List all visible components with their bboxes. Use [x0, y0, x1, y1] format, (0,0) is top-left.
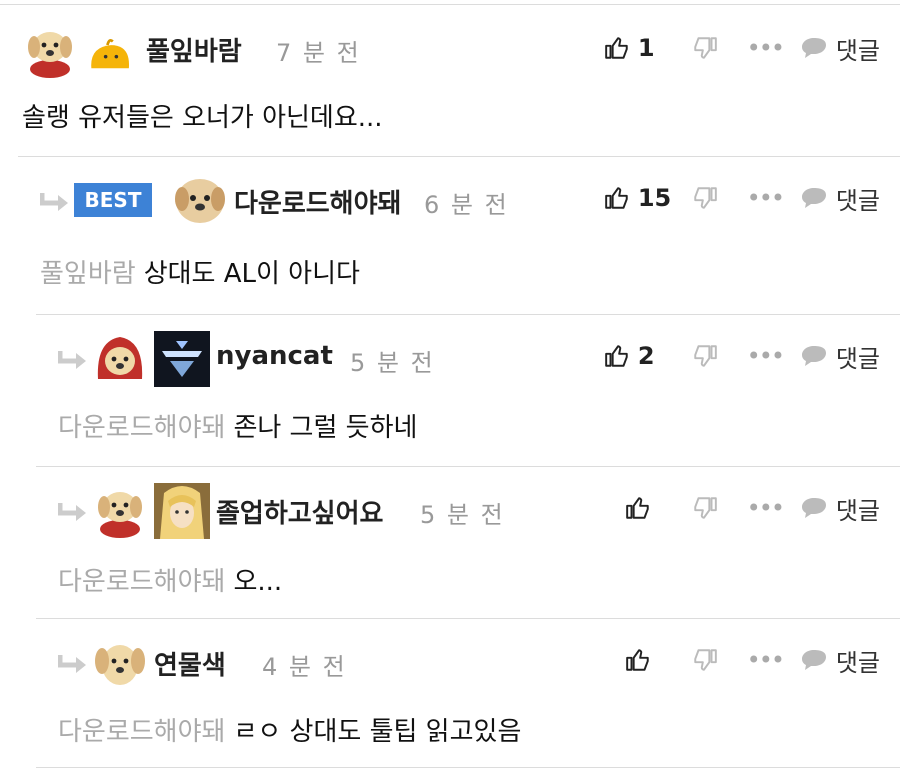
blob-emoji-icon — [91, 38, 130, 69]
thumbs-down-icon — [694, 497, 717, 519]
more-options-button[interactable]: ••• — [730, 34, 800, 62]
dislike-button[interactable] — [680, 495, 730, 521]
more-options-button[interactable]: ••• — [730, 646, 800, 674]
game-logo-avatar-icon — [154, 331, 210, 387]
thumbs-up-icon — [626, 497, 649, 519]
timestamp: 5 분 전 — [350, 349, 435, 377]
reply-label: 댓글 — [835, 496, 880, 525]
thumbs-down-icon — [694, 345, 717, 367]
anime-character-avatar-icon — [154, 483, 210, 539]
comment-text: 다운로드해야돼 존나 그럴 듯하네 — [58, 407, 417, 444]
comment-body: 상대도 AL이 아니다 — [143, 259, 360, 289]
speech-bubble-icon — [801, 188, 826, 208]
timestamp: 7 분 전 — [276, 39, 361, 67]
comment-body: 오... — [233, 567, 283, 597]
reply-button[interactable]: 댓글 — [800, 491, 880, 526]
dislike-button[interactable] — [680, 343, 730, 369]
thumbs-down-icon — [694, 37, 717, 59]
nickname[interactable]: 연물색 — [154, 645, 226, 682]
dislike-button[interactable] — [680, 185, 730, 211]
timestamp: 6 분 전 — [424, 191, 509, 219]
comment-actions: ••• 댓글 — [604, 473, 880, 543]
dislike-button[interactable] — [680, 35, 730, 61]
comment-2: BEST 다운로드해야돼 6 분 전 15 ••• 댓글 풀잎바람 상대도 AL이… — [18, 156, 900, 314]
like-button[interactable] — [604, 647, 680, 673]
reply-button[interactable]: 댓글 — [800, 181, 880, 216]
comment-actions: 15 ••• 댓글 — [604, 163, 880, 233]
reply-button[interactable]: 댓글 — [800, 31, 880, 66]
more-options-button[interactable]: ••• — [730, 342, 800, 370]
reply-button[interactable]: 댓글 — [800, 339, 880, 374]
nickname[interactable]: 풀잎바람 — [146, 31, 242, 68]
speech-bubble-icon — [801, 498, 826, 518]
like-count: 15 — [637, 184, 672, 212]
speech-bubble-icon — [801, 38, 826, 58]
thumbs-up-icon — [605, 37, 628, 59]
thumbs-down-icon — [694, 649, 717, 671]
reply-button[interactable]: 댓글 — [800, 643, 880, 678]
like-button[interactable]: 2 — [604, 342, 680, 370]
reply-label: 댓글 — [835, 186, 880, 215]
comment-3: nyancat 5 분 전 2 ••• 댓글 다운로드해야돼 존나 그럴 듯하네 — [36, 314, 900, 466]
comment-5: 연물색 4 분 전 ••• 댓글 다운로드해야돼 ㄹㅇ 상대도 툴팁 읽고있음 — [36, 618, 900, 768]
comment-body: 솔랭 유저들은 오너가 아닌데요... — [22, 103, 383, 133]
thumbs-down-icon — [694, 187, 717, 209]
reply-arrow-icon — [40, 193, 68, 211]
speech-bubble-icon — [801, 650, 826, 670]
dog-avatar-icon[interactable] — [22, 23, 78, 79]
comment-body: ㄹㅇ 상대도 툴팁 읽고있음 — [233, 717, 522, 747]
more-options-button[interactable]: ••• — [730, 184, 800, 212]
comment-text: 솔랭 유저들은 오너가 아닌데요... — [22, 97, 383, 134]
mention[interactable]: 다운로드해야돼 — [58, 717, 225, 747]
like-button[interactable]: 1 — [604, 34, 680, 62]
puppy-avatar-icon[interactable] — [92, 635, 148, 691]
like-button[interactable] — [604, 495, 680, 521]
reply-arrow-icon — [58, 503, 86, 521]
timestamp: 5 분 전 — [420, 501, 505, 529]
mention[interactable]: 다운로드해야돼 — [58, 413, 225, 443]
reply-arrow-icon — [58, 655, 86, 673]
comment-text: 풀잎바람 상대도 AL이 아니다 — [40, 253, 360, 290]
reply-label: 댓글 — [835, 344, 880, 373]
comment-actions: ••• 댓글 — [604, 625, 880, 695]
comment-actions: 1 ••• 댓글 — [604, 13, 880, 83]
mention[interactable]: 다운로드해야돼 — [58, 567, 225, 597]
reply-arrow-icon — [58, 351, 86, 369]
speech-bubble-icon — [801, 346, 826, 366]
comment-text: 다운로드해야돼 오... — [58, 561, 282, 598]
puppy-avatar-icon[interactable] — [172, 173, 228, 229]
nickname[interactable]: 졸업하고싶어요 — [216, 493, 383, 530]
nickname[interactable]: nyancat — [216, 341, 333, 371]
comment-4: 졸업하고싶어요 5 분 전 ••• 댓글 다운로드해야돼 오... — [36, 466, 900, 618]
dislike-button[interactable] — [680, 647, 730, 673]
like-count: 2 — [637, 342, 655, 370]
best-badge: BEST — [74, 183, 152, 217]
comment-text: 다운로드해야돼 ㄹㅇ 상대도 툴팁 읽고있음 — [58, 711, 521, 748]
reply-label: 댓글 — [835, 36, 880, 65]
like-count: 1 — [637, 34, 655, 62]
nickname[interactable]: 다운로드해야돼 — [234, 183, 401, 220]
more-options-button[interactable]: ••• — [730, 494, 800, 522]
thumbs-up-icon — [605, 345, 628, 367]
comment-1: 풀잎바람 7 분 전 1 ••• 댓글 솔랭 유저들은 오너가 아닌데요... — [0, 4, 900, 156]
mention[interactable]: 풀잎바람 — [40, 259, 136, 289]
timestamp: 4 분 전 — [262, 653, 347, 681]
red-hood-dog-avatar-icon[interactable] — [92, 331, 148, 387]
comment-actions: 2 ••• 댓글 — [604, 321, 880, 391]
thumbs-up-icon — [605, 187, 628, 209]
dog-avatar-icon[interactable] — [92, 483, 148, 539]
reply-label: 댓글 — [835, 648, 880, 677]
thumbs-up-icon — [626, 649, 649, 671]
comment-body: 존나 그럴 듯하네 — [233, 413, 418, 443]
like-button[interactable]: 15 — [604, 184, 680, 212]
